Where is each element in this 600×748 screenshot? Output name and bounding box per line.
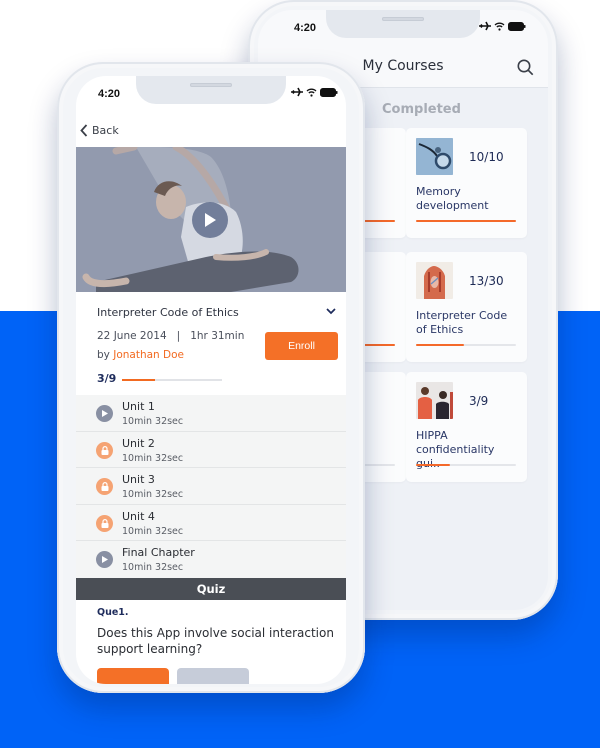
question-text: Does this App involve social interaction… xyxy=(97,626,334,656)
tab-completed[interactable]: Completed xyxy=(382,102,461,117)
question-label: Que1. xyxy=(97,607,129,618)
course-progress-fill xyxy=(416,220,516,222)
course-duration: 1hr 31min xyxy=(190,330,245,342)
unit-duration: 10min 32sec xyxy=(122,562,184,573)
course-title: Interpreter Code of Ethics xyxy=(97,306,239,319)
wifi-icon xyxy=(306,88,317,97)
course-title: Memory development xyxy=(416,185,489,212)
play-icon xyxy=(205,213,216,227)
course-card-hippa[interactable]: 3/9 HIPPA confidentiality gui.. xyxy=(406,372,527,482)
answer-button-secondary[interactable] xyxy=(177,668,249,684)
course-thumbnail-people xyxy=(416,382,453,419)
unit-item[interactable]: Unit 1 10min 32sec xyxy=(76,395,346,432)
course-author-line: by Jonathan Doe xyxy=(97,349,184,361)
course-progress-count: 13/30 xyxy=(469,274,504,288)
course-progress-count: 3/9 xyxy=(469,394,489,408)
course-title: Interpreter Code of Ethics xyxy=(416,309,508,336)
lock-icon xyxy=(101,518,108,528)
course-detail-screen: 4:20 Back Interpreter Code of Ethics 22 … xyxy=(76,76,346,684)
status-time: 4:20 xyxy=(98,88,121,100)
unit-list: Unit 1 10min 32sec Unit 2 10min 32sec Un… xyxy=(76,395,346,578)
author-link[interactable]: Jonathan Doe xyxy=(113,349,184,361)
unit-item[interactable]: Final Chapter 10min 32sec xyxy=(76,541,346,578)
course-thumbnail-stethoscope xyxy=(416,138,453,175)
chevron-left-icon xyxy=(80,124,88,137)
play-icon xyxy=(101,556,108,563)
notch xyxy=(326,10,480,38)
play-icon xyxy=(101,410,108,417)
back-label: Back xyxy=(92,124,119,137)
phone-course-detail: 4:20 Back Interpreter Code of Ethics 22 … xyxy=(57,62,365,693)
unit-name: Unit 3 xyxy=(122,473,155,486)
course-card-memory-development[interactable]: 10/10 Memory development xyxy=(406,128,527,238)
course-progress-fill xyxy=(416,344,464,346)
course-meta: 22 June 2014 | 1hr 31min xyxy=(97,330,244,342)
course-progress-fill xyxy=(122,379,155,381)
lock-icon xyxy=(101,445,108,455)
notch xyxy=(136,76,286,104)
unit-item[interactable]: Unit 3 10min 32sec xyxy=(76,468,346,505)
course-info: Interpreter Code of Ethics 22 June 2014 … xyxy=(76,292,346,392)
quiz-header: Quiz xyxy=(76,578,346,600)
chevron-down-icon[interactable] xyxy=(326,308,336,315)
unit-item[interactable]: Unit 4 10min 32sec xyxy=(76,504,346,541)
battery-icon xyxy=(320,87,338,97)
unit-duration: 10min 32sec xyxy=(122,416,184,427)
meta-separator: | xyxy=(176,330,181,342)
course-thumbnail-anatomy xyxy=(416,262,453,299)
course-card-interpreter-code[interactable]: 13/30 Interpreter Code of Ethics xyxy=(406,252,527,362)
course-progress-text: 3/9 xyxy=(97,372,117,385)
course-progress-count: 10/10 xyxy=(469,150,504,164)
unit-name: Unit 2 xyxy=(122,436,155,450)
play-video-button[interactable] xyxy=(192,202,228,238)
unit-name: Unit 1 xyxy=(122,400,155,413)
enroll-button[interactable]: Enroll xyxy=(265,332,338,360)
answer-button-primary[interactable] xyxy=(97,668,169,684)
airplane-icon xyxy=(479,21,491,31)
by-label: by xyxy=(97,349,110,361)
course-video[interactable] xyxy=(76,147,346,292)
course-progress-fill xyxy=(416,464,450,466)
wifi-icon xyxy=(494,22,505,31)
unit-name: Final Chapter xyxy=(122,546,195,559)
unit-item[interactable]: Unit 2 10min 32sec xyxy=(76,431,346,468)
course-date: 22 June 2014 xyxy=(97,330,167,342)
lock-icon xyxy=(101,482,108,491)
unit-duration: 10min 32sec xyxy=(122,525,184,537)
airplane-icon xyxy=(291,87,303,97)
unit-duration: 10min 32sec xyxy=(122,452,184,464)
course-progress-bar xyxy=(122,379,222,381)
status-time: 4:20 xyxy=(294,22,317,34)
unit-name: Unit 4 xyxy=(122,509,155,523)
search-icon[interactable] xyxy=(517,59,534,76)
battery-icon xyxy=(508,21,526,31)
unit-duration: 10min 32sec xyxy=(122,489,184,500)
back-button[interactable]: Back xyxy=(80,124,119,137)
